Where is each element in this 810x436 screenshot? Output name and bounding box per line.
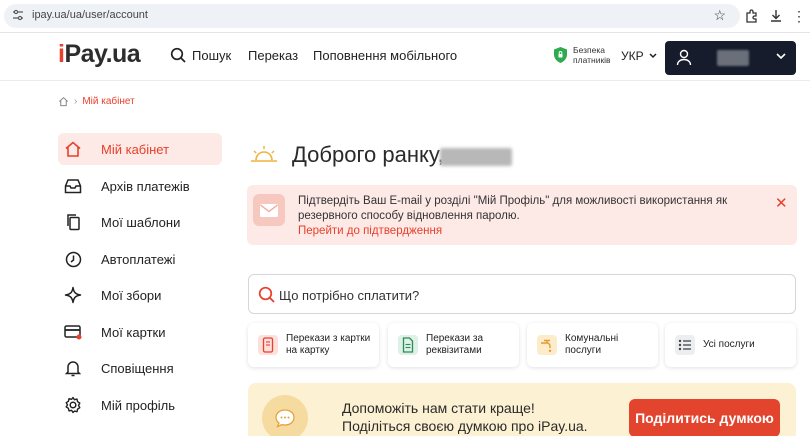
address-url: ipay.ua/ua/user/account bbox=[32, 9, 148, 21]
language-label: УКР bbox=[621, 49, 644, 63]
service-all[interactable]: Усі послуги bbox=[665, 323, 796, 367]
sidebar-item-autopayments[interactable]: Автоплатежі bbox=[58, 243, 222, 275]
chat-bubble-icon bbox=[262, 395, 308, 436]
sidebar-item-label: Мої збори bbox=[101, 287, 162, 303]
list-icon bbox=[675, 335, 695, 355]
document-icon bbox=[398, 335, 418, 355]
sparkle-icon bbox=[64, 286, 82, 304]
address-bar[interactable]: ipay.ua/ua/user/account ☆ bbox=[4, 4, 740, 28]
sidebar-item-templates[interactable]: Мої шаблони bbox=[58, 206, 222, 238]
greeting-text: Доброго ранку, bbox=[292, 142, 444, 167]
payment-search-input[interactable]: Що потрібно сплатити? bbox=[248, 274, 796, 314]
chevron-down-icon bbox=[649, 53, 657, 59]
nav-mobile-topup[interactable]: Поповнення мобільного bbox=[313, 48, 457, 63]
search-icon bbox=[258, 286, 275, 303]
site-header: iPay.ua Пошук Переказ Поповнення мобільн… bbox=[0, 33, 810, 81]
sunrise-icon bbox=[251, 146, 277, 162]
sidebar-item-label: Мій профіль bbox=[101, 397, 176, 413]
safety-label: Безпека платників bbox=[573, 45, 611, 65]
share-feedback-button[interactable]: Поділитись думкою bbox=[629, 399, 780, 436]
language-selector[interactable]: УКР bbox=[621, 49, 657, 63]
redacted-username bbox=[717, 50, 749, 66]
feedback-subtitle: Поділіться своєю думкою про iPay.ua. bbox=[342, 418, 588, 434]
sidebar-item-payment-archive[interactable]: Архів платежів bbox=[58, 170, 222, 202]
breadcrumb: › Мій кабінет bbox=[58, 96, 135, 107]
sidebar-item-label: Мій кабінет bbox=[101, 141, 170, 157]
email-confirm-alert: Підтвердіть Ваш E-mail у розділі "Мій Пр… bbox=[247, 185, 797, 245]
service-label: Усі послуги bbox=[703, 339, 755, 350]
greeting: Доброго ранку, bbox=[250, 142, 512, 168]
sidebar-item-fundraisers[interactable]: Мої збори bbox=[58, 279, 222, 311]
home-icon[interactable] bbox=[58, 96, 69, 107]
confirm-email-link[interactable]: Перейти до підтвердження bbox=[298, 225, 442, 237]
feedback-banner: Допоможіть нам стати краще! Поділіться с… bbox=[248, 383, 796, 436]
site-settings-icon[interactable] bbox=[12, 9, 24, 21]
browser-menu-icon[interactable]: ⋮ bbox=[792, 8, 808, 24]
shield-icon bbox=[554, 47, 567, 63]
extensions-icon[interactable] bbox=[744, 8, 760, 24]
breadcrumb-separator: › bbox=[74, 96, 78, 107]
breadcrumb-current: Мій кабінет bbox=[82, 96, 135, 107]
sidebar-item-label: Мої шаблони bbox=[101, 214, 181, 230]
service-label: Комунальні послуги bbox=[565, 333, 619, 356]
sidebar-item-cards[interactable]: Мої картки bbox=[58, 316, 222, 348]
copy-icon bbox=[64, 213, 82, 231]
service-label: Перекази за реквізитами bbox=[426, 333, 484, 356]
nav-transfer[interactable]: Переказ bbox=[248, 48, 298, 63]
payer-safety-link[interactable]: Безпека платників bbox=[553, 45, 615, 65]
clock-icon bbox=[64, 250, 82, 268]
home-icon bbox=[64, 140, 82, 158]
faucet-icon bbox=[537, 335, 557, 355]
sidebar-item-label: Автоплатежі bbox=[101, 251, 176, 267]
alert-message: Підтвердіть Ваш E-mail у розділі "Мій Пр… bbox=[298, 195, 728, 222]
downloads-icon[interactable] bbox=[768, 8, 784, 24]
bookmark-star-icon[interactable]: ☆ bbox=[713, 7, 726, 24]
sidebar-item-label: Сповіщення bbox=[101, 360, 174, 376]
gear-icon bbox=[64, 396, 82, 414]
card-transfer-icon bbox=[258, 335, 278, 355]
sidebar-item-my-account[interactable]: Мій кабінет bbox=[58, 133, 222, 165]
redacted-user-name bbox=[440, 148, 512, 166]
service-transfer-by-details[interactable]: Перекази за реквізитами bbox=[388, 323, 519, 367]
header-search-button[interactable]: Пошук bbox=[170, 47, 231, 63]
sidebar-item-notifications[interactable]: Сповіщення bbox=[58, 352, 222, 384]
service-label: Перекази з картки на картку bbox=[286, 333, 371, 356]
bell-icon bbox=[64, 359, 82, 377]
sidebar-item-label: Мої картки bbox=[101, 324, 166, 340]
service-utilities[interactable]: Комунальні послуги bbox=[527, 323, 658, 367]
search-icon bbox=[170, 47, 186, 63]
envelope-icon bbox=[253, 194, 285, 226]
service-card-to-card[interactable]: Перекази з картки на картку bbox=[248, 323, 379, 367]
sidebar-item-label: Архів платежів bbox=[101, 178, 190, 194]
inbox-icon bbox=[64, 177, 82, 195]
card-icon bbox=[64, 323, 82, 341]
browser-toolbar: ipay.ua/ua/user/account ☆ ⋮ bbox=[0, 0, 810, 33]
sidebar-item-profile[interactable]: Мій профіль bbox=[58, 389, 222, 421]
search-placeholder: Що потрібно сплатити? bbox=[279, 288, 420, 303]
user-menu-button[interactable] bbox=[665, 41, 796, 75]
close-icon[interactable]: ✕ bbox=[775, 194, 788, 212]
feedback-title: Допоможіть нам стати краще! bbox=[342, 400, 535, 416]
user-icon bbox=[676, 49, 692, 66]
chevron-down-icon bbox=[776, 53, 786, 60]
header-search-label: Пошук bbox=[192, 47, 232, 63]
ipay-logo[interactable]: iPay.ua bbox=[58, 40, 141, 69]
